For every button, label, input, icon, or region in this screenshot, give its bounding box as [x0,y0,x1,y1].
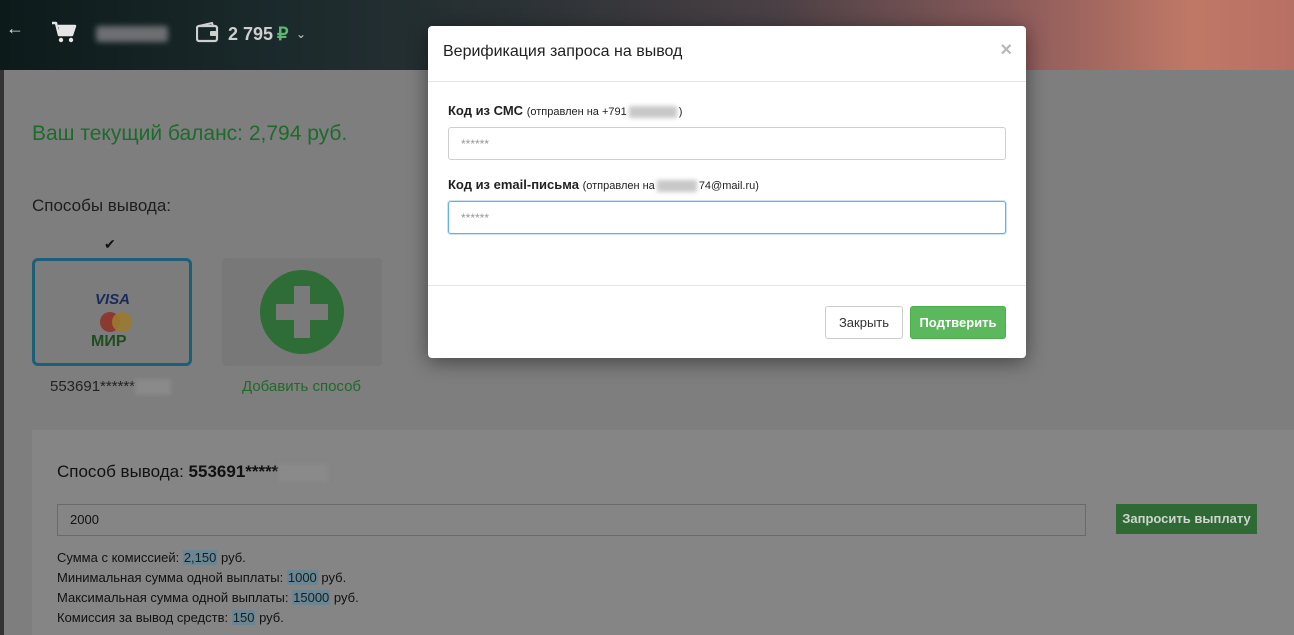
arrow-left-icon[interactable]: ← [6,18,24,39]
max-payout-label: Максимальная сумма одной выплаты: [57,590,289,605]
card-number-label: 553691****** [50,378,172,396]
mir-logo: МИР [91,333,127,350]
verification-modal: Верификация запроса на вывод × Код из СМ… [428,26,1026,358]
page-left-edge [0,70,4,635]
fee-sum-unit: руб. [221,550,246,565]
sms-note: (отправлен на +791) [526,106,683,119]
method-title-value: 553691***** [188,462,279,481]
withdrawal-method-panel: Способ вывода: 553691***** 2000 Запросит… [32,430,1294,635]
selected-check-icon: ✔ [104,236,116,252]
commission-label: Комиссия за вывод средств: [57,610,229,625]
add-method-link[interactable]: Добавить способ [242,378,361,395]
email-note-suffix: 74@mail.ru) [698,180,759,192]
fee-info: Сумма с комиссией: 2,150 руб. Минимальна… [57,548,359,628]
username-redacted[interactable] [96,26,168,42]
fee-sum-value: 2,150 [182,550,218,565]
email-note-prefix: (отправлен на [582,180,655,192]
sms-note-suffix: ) [678,106,683,118]
wallet-icon [196,22,219,43]
card-number-redacted [135,379,172,396]
min-payout-value: 1000 [286,570,318,585]
max-payout-value: 15000 [292,590,331,605]
commission-unit: руб. [259,610,284,625]
email-code-label: Код из email-письма (отправлен на 74@mail… [448,177,759,193]
email-code-input[interactable] [448,201,1006,234]
fee-sum-label: Сумма с комиссией: [57,550,180,565]
commission-line: Комиссия за вывод средств: 150 руб. [57,608,359,628]
cart-icon[interactable] [50,20,78,44]
visa-logo: VISA [95,291,131,308]
confirm-button[interactable]: Подтверить [910,306,1006,339]
phone-redacted [628,106,677,119]
plus-icon [260,270,344,354]
method-panel-title: Способ вывода: 553691***** [57,462,329,482]
chevron-down-icon[interactable]: ⌄ [296,27,306,41]
request-payout-button[interactable]: Запросить выплату [1116,504,1257,534]
min-payout-label: Минимальная сумма одной выплаты: [57,570,284,585]
sms-code-label: Код из СМС (отправлен на +791) [448,103,683,119]
current-balance-heading: Ваш текущий баланс: 2,794 руб. [32,122,348,145]
email-note: (отправлен на 74@mail.ru) [582,180,759,193]
min-payout-unit: руб. [321,570,347,585]
card-number-masked: 553691****** [50,378,136,395]
close-icon[interactable]: × [1000,39,1012,62]
modal-footer: Закрыть Подтверить [428,285,1026,358]
method-number-redacted [278,463,329,482]
sms-label-text: Код из СМС [448,103,524,118]
modal-title: Верификация запроса на вывод [443,43,683,60]
add-method-tile[interactable] [222,258,382,366]
payment-method-card[interactable]: VISA МИР [32,258,192,366]
email-redacted [656,180,697,193]
mastercard-logo [100,312,132,332]
amount-input[interactable]: 2000 [57,504,1086,536]
modal-header: Верификация запроса на вывод × [428,26,1026,82]
min-payout-line: Минимальная сумма одной выплаты: 1000 ру… [57,568,359,588]
header-balance-amount: 2 795 [228,24,274,44]
commission-value: 150 [231,610,256,625]
max-payout-unit: руб. [333,590,359,605]
method-title-prefix: Способ вывода: [57,462,184,481]
sms-code-input[interactable] [448,127,1006,160]
sms-note-prefix: (отправлен на +791 [526,106,627,118]
email-label-text: Код из email-письма [448,177,579,192]
close-button[interactable]: Закрыть [825,306,903,339]
fee-sum-line: Сумма с комиссией: 2,150 руб. [57,548,359,568]
ruble-icon: ₽ [277,24,289,44]
max-payout-line: Максимальная сумма одной выплаты: 15000 … [57,588,359,608]
header-balance[interactable]: 2 795 ₽ [228,24,289,45]
withdrawal-methods-title: Способы вывода: [32,196,172,215]
